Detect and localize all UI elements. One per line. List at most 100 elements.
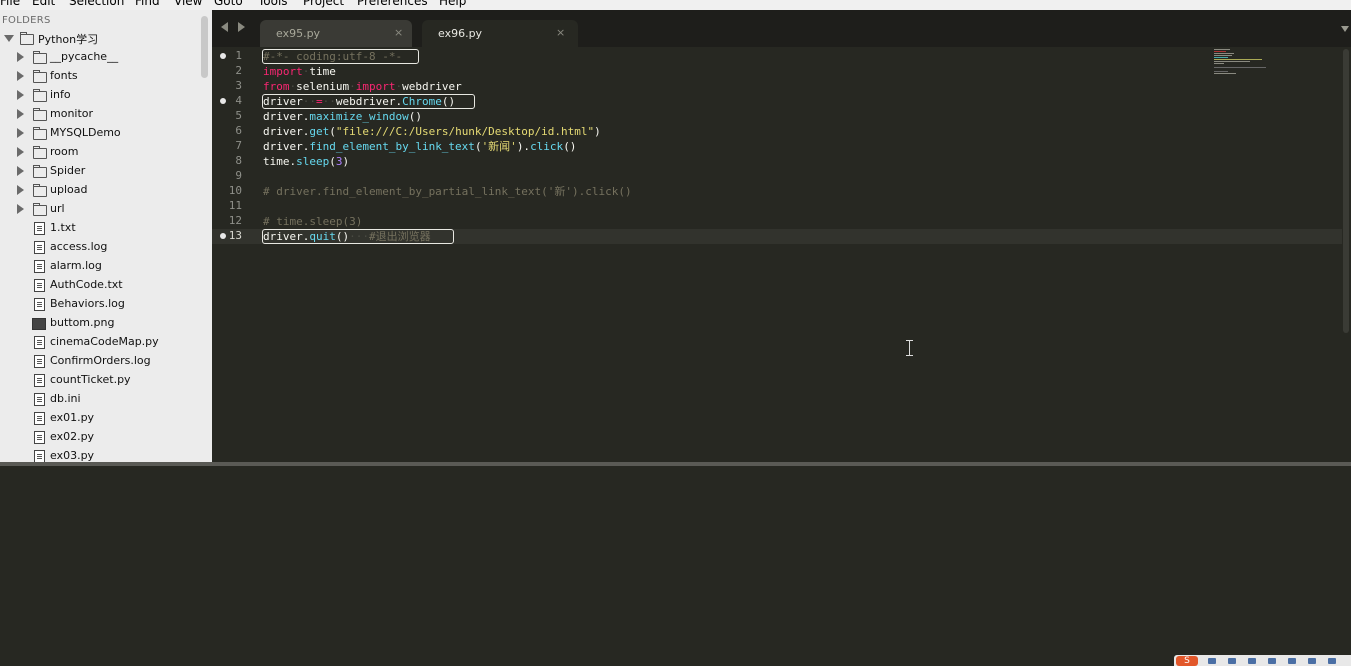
tab-ex95[interactable]: ex95.py × [260, 20, 412, 47]
tab-list-dropdown-icon[interactable] [1341, 26, 1349, 32]
code-token: 3 [335, 155, 343, 168]
tray-app-logo[interactable]: S [1176, 656, 1198, 666]
code-line[interactable]: import·time [263, 64, 336, 79]
code-line[interactable]: time.sleep(3) [263, 154, 349, 169]
code-token: import [263, 65, 303, 78]
tab-label: ex95.py [276, 27, 321, 40]
folder-icon [33, 108, 47, 121]
file-icon [34, 355, 45, 368]
tree-folder-label: monitor [50, 107, 94, 120]
tree-folder[interactable]: __pycache__ [0, 48, 198, 67]
tree-folder-label: MYSQLDemo [50, 126, 121, 139]
tree-file[interactable]: db.ini [0, 390, 198, 409]
menu-item-file[interactable]: File [0, 0, 20, 8]
tab-close-icon[interactable]: × [556, 26, 565, 39]
tab-close-icon[interactable]: × [394, 26, 403, 39]
chevron-right-icon[interactable] [17, 128, 24, 138]
code-token: time [309, 65, 336, 78]
folder-icon [33, 203, 47, 216]
tree-root-folder[interactable]: Python学习 [0, 29, 198, 48]
tree-file[interactable]: ex01.py [0, 409, 198, 428]
menu-item-tools[interactable]: Tools [258, 0, 288, 8]
tray-icon[interactable] [1288, 658, 1296, 664]
code-line[interactable]: driver.maximize_window() [263, 109, 422, 124]
sidebar-scrollbar[interactable] [198, 10, 212, 462]
tree-file[interactable]: ex03.py [0, 447, 198, 462]
tree-folder-label: url [50, 202, 65, 215]
file-icon [34, 431, 45, 444]
code-line[interactable]: # time.sleep(3) [263, 214, 362, 229]
tree-file[interactable]: 1.txt [0, 219, 198, 238]
output-panel[interactable] [0, 466, 1351, 666]
tree-folder-label: __pycache__ [50, 50, 119, 63]
tree-folder[interactable]: room [0, 143, 198, 162]
editor-scrollbar[interactable] [1342, 47, 1351, 462]
tree-file[interactable]: ex02.py [0, 428, 198, 447]
tab-nav-right-icon[interactable] [238, 22, 245, 32]
tray-icon[interactable] [1268, 658, 1276, 664]
chevron-right-icon[interactable] [17, 71, 24, 81]
menu-item-preferences[interactable]: Preferences [357, 0, 428, 8]
chevron-right-icon[interactable] [17, 52, 24, 62]
tray-icon[interactable] [1308, 658, 1316, 664]
editor-scroll-thumb[interactable] [1343, 49, 1349, 333]
tree-file[interactable]: cinemaCodeMap.py [0, 333, 198, 352]
folder-icon [33, 51, 47, 64]
folder-icon [33, 70, 47, 83]
tree-folder-label: info [50, 88, 71, 101]
menu-item-goto[interactable]: Goto [214, 0, 243, 8]
code-token: selenium [296, 80, 350, 93]
tree-file-label: countTicket.py [50, 373, 131, 386]
tray-icon[interactable] [1248, 658, 1256, 664]
code-token: # driver.find_element_by_partial_link_te… [263, 185, 632, 198]
tree-file[interactable]: AuthCode.txt [0, 276, 198, 295]
tree-folder[interactable]: MYSQLDemo [0, 124, 198, 143]
file-icon [34, 450, 45, 462]
tree-file[interactable]: alarm.log [0, 257, 198, 276]
tree-folder[interactable]: Spider [0, 162, 198, 181]
menu-item-find[interactable]: Find [135, 0, 160, 8]
code-line[interactable]: driver.get("file:///C:/Users/hunk/Deskto… [263, 124, 601, 139]
tree-file[interactable]: Behaviors.log [0, 295, 198, 314]
code-editor[interactable]: 1 #-*- coding:utf-8 -*- 2 import·time 3 from·… [212, 47, 1342, 462]
minimap[interactable] [1212, 47, 1272, 87]
code-line[interactable]: # driver.find_element_by_partial_link_te… [263, 184, 632, 199]
chevron-right-icon[interactable] [17, 147, 24, 157]
tray-icon[interactable] [1328, 658, 1336, 664]
code-token: "file:///C:/Users/hunk/Desktop/id.html" [335, 125, 595, 138]
file-icon [34, 393, 45, 406]
tree-file[interactable]: buttom.png [0, 314, 198, 333]
tree-folder[interactable]: upload [0, 181, 198, 200]
code-line[interactable]: from·selenium·import·webdriver [263, 79, 462, 94]
tab-nav-left-icon[interactable] [221, 22, 228, 32]
code-token: driver. [263, 110, 310, 123]
tree-folder[interactable]: url [0, 200, 198, 219]
tab-ex96[interactable]: ex96.py × [422, 20, 578, 47]
sidebar-scroll-thumb[interactable] [201, 16, 208, 78]
menu-item-help[interactable]: Help [439, 0, 466, 8]
chevron-right-icon[interactable] [17, 204, 24, 214]
code-token: find_element_by_link_text [309, 140, 475, 153]
tree-file[interactable]: ConfirmOrders.log [0, 352, 198, 371]
menu-item-selection[interactable]: Selection [69, 0, 124, 8]
chevron-right-icon[interactable] [17, 109, 24, 119]
file-icon [34, 412, 45, 425]
tray-icon[interactable] [1228, 658, 1236, 664]
menu-item-view[interactable]: View [174, 0, 202, 8]
tree-folder[interactable]: info [0, 86, 198, 105]
chevron-right-icon[interactable] [17, 166, 24, 176]
menu-item-edit[interactable]: Edit [32, 0, 55, 8]
tree-file-label: 1.txt [50, 221, 76, 234]
chevron-right-icon[interactable] [17, 185, 24, 195]
folder-icon [33, 184, 47, 197]
chevron-right-icon[interactable] [17, 90, 24, 100]
tree-file[interactable]: countTicket.py [0, 371, 198, 390]
code-token: maximize_window [309, 110, 409, 123]
tree-file[interactable]: access.log [0, 238, 198, 257]
tree-folder[interactable]: monitor [0, 105, 198, 124]
chevron-down-icon[interactable] [4, 35, 14, 42]
menu-item-project[interactable]: Project [303, 0, 344, 8]
code-line[interactable]: driver.find_element_by_link_text('新闻').c… [263, 139, 576, 154]
tree-folder[interactable]: fonts [0, 67, 198, 86]
tray-icon[interactable] [1208, 658, 1216, 664]
